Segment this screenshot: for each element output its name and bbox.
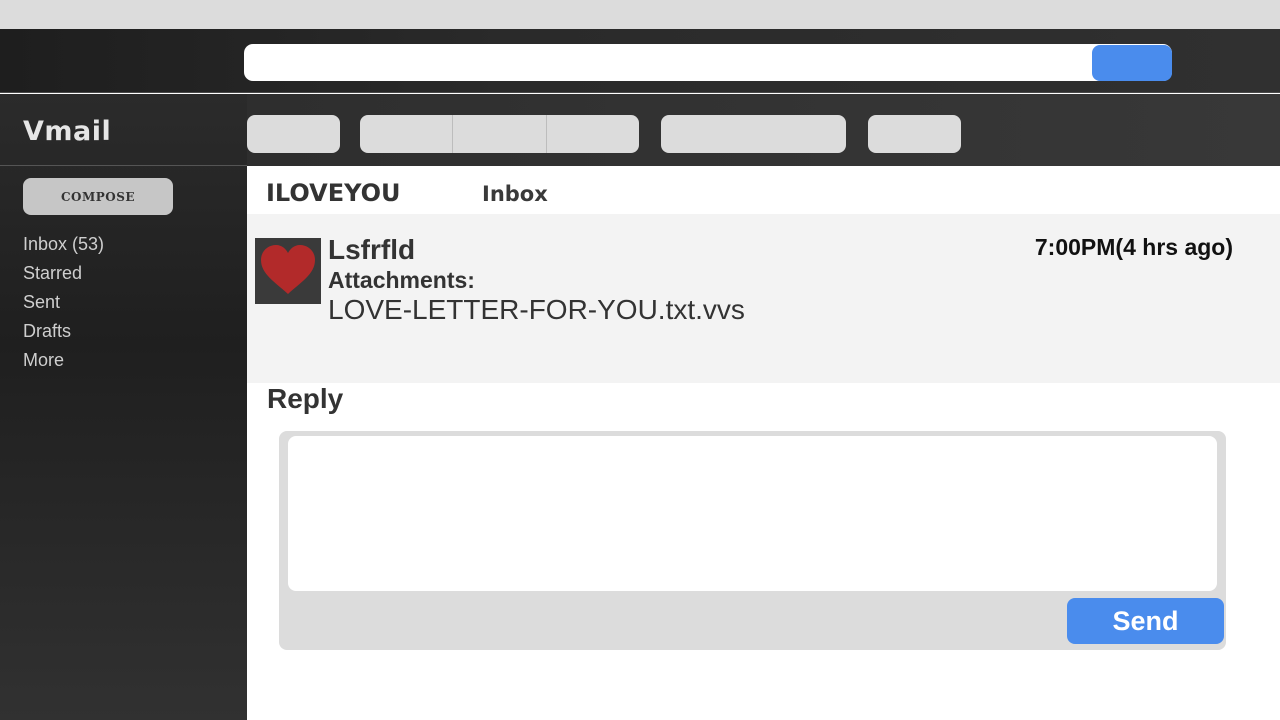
toolbar-button-group [360, 115, 639, 153]
message-view: ILOVEYOU Inbox Lsfrfld Attachments: LOVE… [247, 167, 1280, 720]
search-input[interactable] [244, 44, 1172, 81]
attachment-link[interactable]: LOVE-LETTER-FOR-YOU.txt.vvs [328, 294, 745, 326]
toolbar-button-2[interactable] [661, 115, 846, 153]
sender-name: Lsfrfld [328, 234, 416, 265]
sender-avatar [255, 238, 321, 304]
send-button[interactable]: Send [1067, 598, 1224, 644]
sidebar-item-inbox[interactable]: Inbox (53) [23, 232, 104, 261]
top-bar [0, 29, 1280, 93]
attachments-label: Attachments: [328, 267, 475, 293]
message-subject: ILOVEYOU [266, 179, 401, 207]
heart-icon [261, 245, 315, 294]
sidebar-item-drafts[interactable]: Drafts [23, 319, 104, 348]
toolbar-group-button-3[interactable] [546, 115, 639, 153]
message-timestamp: 7:00PM(4 hrs ago) [1034, 234, 1233, 260]
reply-panel: Send [279, 431, 1226, 650]
search-button[interactable] [1092, 45, 1172, 81]
message-toolbar [247, 94, 1280, 166]
toolbar-button-3[interactable] [868, 115, 961, 153]
sidebar-item-starred[interactable]: Starred [23, 261, 104, 290]
folder-nav: Inbox (53) Starred Sent Drafts More [23, 232, 104, 377]
toolbar-group-button-2[interactable] [453, 115, 547, 153]
sidebar-header: Vmail [0, 94, 247, 166]
message-card: Lsfrfld Attachments: LOVE-LETTER-FOR-YOU… [247, 214, 1280, 383]
sidebar-item-sent[interactable]: Sent [23, 290, 104, 319]
sidebar-item-more[interactable]: More [23, 348, 104, 377]
folder-label: Inbox [482, 182, 548, 206]
toolbar-group-button-1[interactable] [360, 115, 454, 153]
reply-heading: Reply [267, 383, 344, 414]
reply-textarea[interactable] [288, 436, 1217, 591]
sidebar: Vmail COMPOSE Inbox (53) Starred Sent Dr… [0, 94, 247, 720]
browser-top-strip [0, 0, 1280, 29]
toolbar-button-1[interactable] [247, 115, 340, 153]
compose-button[interactable]: COMPOSE [23, 178, 173, 215]
app-logo: Vmail [23, 116, 112, 147]
